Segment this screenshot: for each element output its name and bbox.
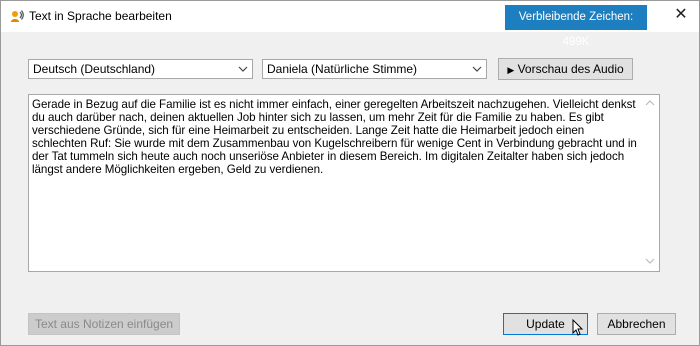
voice-select[interactable]: Daniela (Natürliche Stimme) [262, 59, 487, 79]
remaining-characters-badge: Verbleibende Zeichen: 499K [505, 5, 647, 48]
editor-text: Gerade in Bezug auf die Familie ist es n… [32, 98, 637, 176]
language-select-value: Deutsch (Deutschland) [33, 62, 156, 76]
close-icon[interactable]: ✕ [673, 7, 689, 23]
play-icon: ▶ [507, 65, 515, 75]
text-editor[interactable]: Gerade in Bezug auf die Familie ist es n… [28, 94, 660, 272]
cancel-button[interactable]: Abbrechen [597, 313, 676, 335]
chevron-down-icon [238, 66, 248, 72]
preview-audio-button[interactable]: ▶ Vorschau des Audio [498, 58, 633, 80]
voice-select-value: Daniela (Natürliche Stimme) [267, 62, 418, 76]
scroll-down-icon[interactable] [643, 256, 657, 266]
title-bar: Text in Sprache bearbeiten Verbleibende … [1, 1, 699, 48]
speech-icon [11, 10, 24, 22]
dialog-window: Text in Sprache bearbeiten Verbleibende … [0, 0, 700, 346]
mouse-pointer-icon [572, 319, 584, 336]
insert-from-notes-button[interactable]: Text aus Notizen einfügen [28, 313, 180, 335]
window-title: Text in Sprache bearbeiten [29, 9, 172, 23]
preview-audio-label: Vorschau des Audio [517, 62, 624, 76]
scroll-up-icon[interactable] [643, 98, 657, 108]
language-select[interactable]: Deutsch (Deutschland) [28, 59, 253, 79]
chevron-down-icon [472, 66, 482, 72]
